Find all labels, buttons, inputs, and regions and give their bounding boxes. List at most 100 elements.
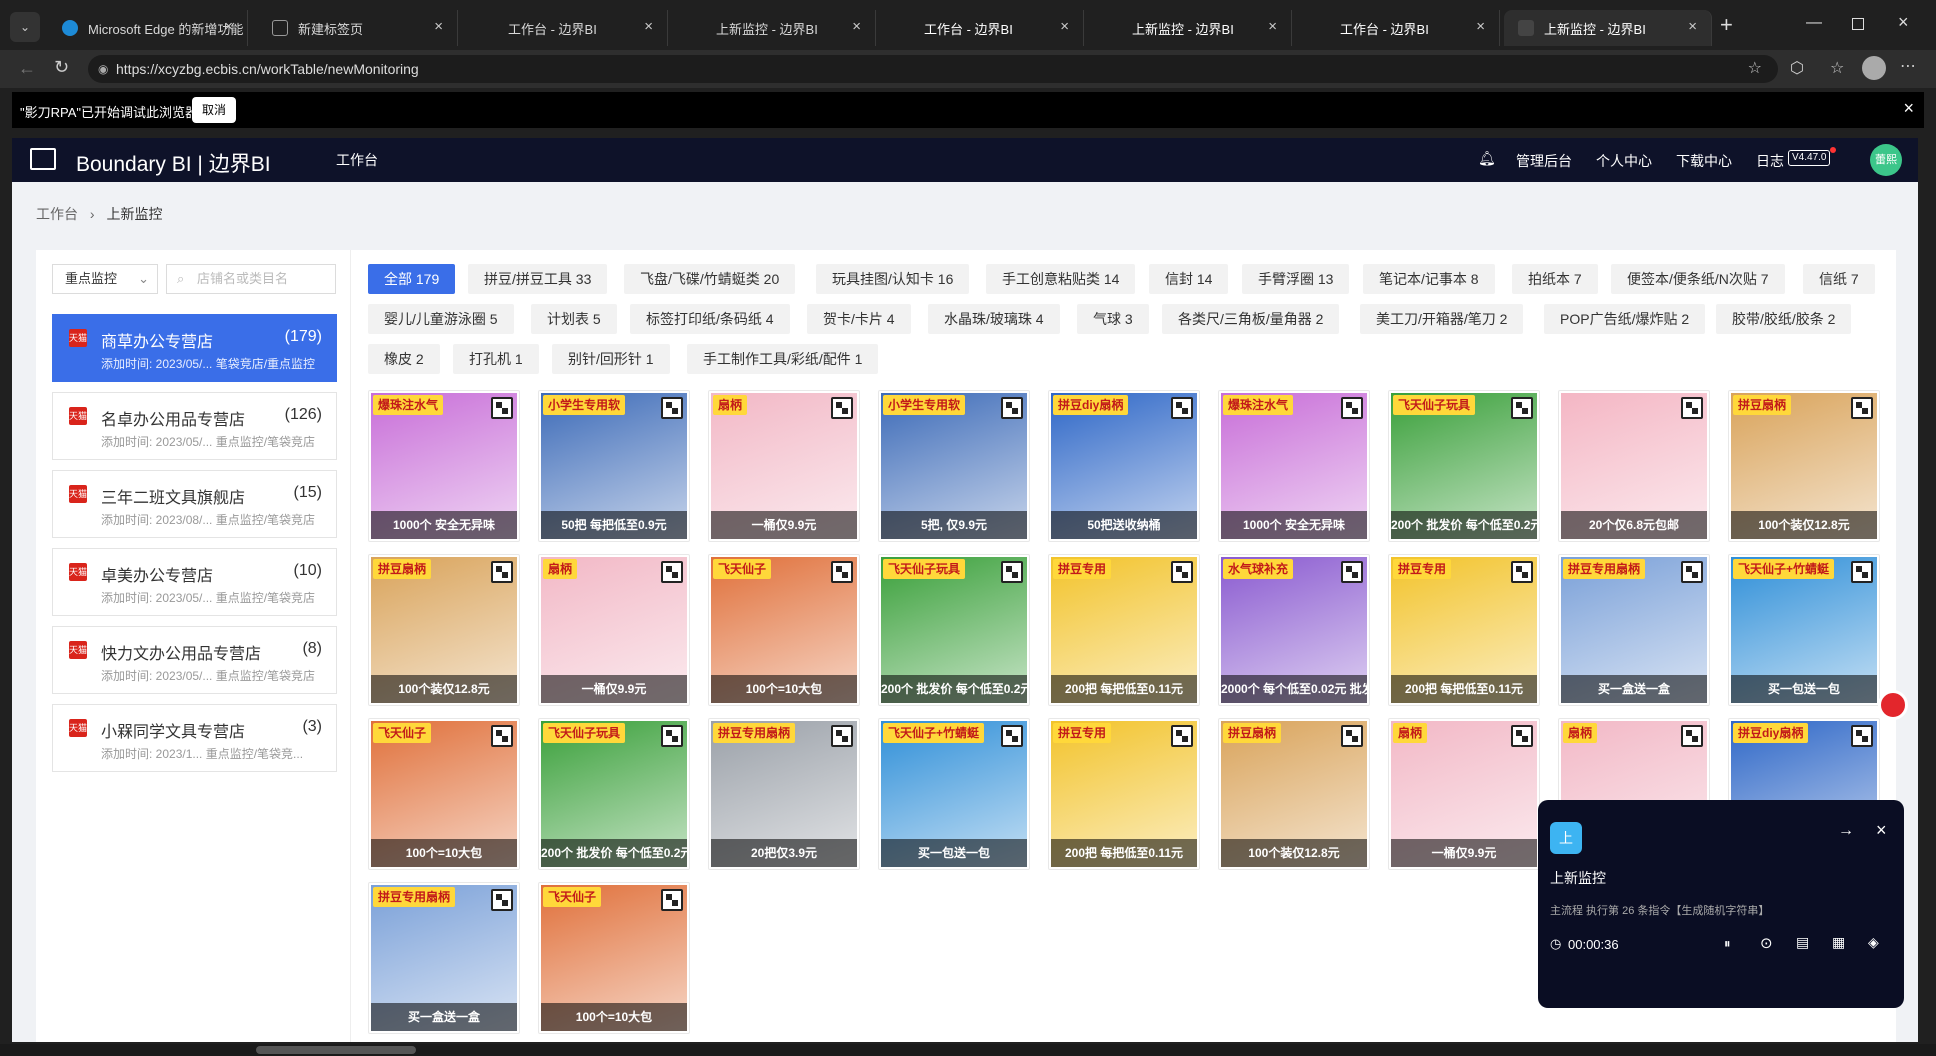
menu-toggle-icon[interactable]	[30, 148, 56, 170]
browser-tab[interactable]: Microsoft Edge 的新增功能 ×	[48, 10, 248, 46]
favorites-icon[interactable]: ☆	[1830, 58, 1844, 78]
product-image[interactable]: 拼豆专用 200把 每把低至0.11元	[1051, 557, 1197, 703]
category-chip[interactable]: 拼豆/拼豆工具 33	[468, 264, 608, 294]
product-image[interactable]: 扇柄 一桶仅9.9元	[711, 393, 857, 539]
close-icon[interactable]: ×	[1476, 18, 1485, 35]
product-image[interactable]: 飞天仙子+竹蜻蜓 买一包送一包	[1731, 557, 1877, 703]
shop-item[interactable]: 天猫 名卓办公用品专营店 (126) 添加时间: 2023/05/... 重点监控/笔…	[52, 392, 337, 460]
qr-code-icon[interactable]	[1681, 397, 1703, 419]
product-card[interactable]: 飞天仙子 100个=10大包	[368, 718, 520, 870]
table-icon[interactable]: ▦	[1832, 934, 1845, 951]
qr-code-icon[interactable]	[1511, 561, 1533, 583]
qr-code-icon[interactable]	[1001, 725, 1023, 747]
qr-code-icon[interactable]	[1851, 561, 1873, 583]
product-image[interactable]: 飞天仙子玩具 200个 批发价 每个低至0.2元	[541, 721, 687, 867]
close-icon[interactable]: ×	[224, 18, 233, 35]
product-card[interactable]: 扇柄 一桶仅9.9元	[1388, 718, 1540, 870]
qr-code-icon[interactable]	[1001, 397, 1023, 419]
category-chip[interactable]: 标签打印纸/条码纸 4	[630, 304, 790, 334]
category-chip[interactable]: 气球 3	[1077, 304, 1149, 334]
product-image[interactable]: 拼豆扇柄 100个装仅12.8元	[1221, 721, 1367, 867]
scrollbar-thumb[interactable]	[256, 1046, 416, 1054]
category-chip[interactable]: 水晶珠/玻璃珠 4	[928, 304, 1060, 334]
product-image[interactable]: 飞天仙子 100个=10大包	[541, 885, 687, 1031]
product-card[interactable]: 飞天仙子 100个=10大包	[538, 882, 690, 1034]
category-chip[interactable]: 婴儿/儿童游泳圈 5	[368, 304, 514, 334]
product-image[interactable]: 飞天仙子+竹蜻蜓 买一包送一包	[881, 721, 1027, 867]
nav-admin-link[interactable]: 管理后台	[1516, 151, 1572, 171]
shop-item[interactable]: 天猫 小槑同学文具专营店 (3) 添加时间: 2023/1... 重点监控/笔袋竞..…	[52, 704, 337, 772]
pause-icon[interactable]: ⏸︎	[1724, 936, 1731, 952]
browser-tab[interactable]: 上新监控 - 边界BI ×	[1092, 10, 1292, 46]
nav-log-link[interactable]: 日志	[1756, 151, 1784, 171]
category-chip[interactable]: 手工创意粘贴类 14	[986, 264, 1136, 294]
category-chip[interactable]: 各类尺/三角板/量角器 2	[1162, 304, 1340, 334]
browser-tab[interactable]: 新建标签页 ×	[258, 10, 458, 46]
qr-code-icon[interactable]	[1681, 561, 1703, 583]
category-chip[interactable]: 便签本/便条纸/N次贴 7	[1611, 264, 1785, 294]
product-card[interactable]: 小学生专用软 50把 每把低至0.9元	[538, 390, 690, 542]
product-image[interactable]: 扇柄 一桶仅9.9元	[1391, 721, 1537, 867]
log-icon[interactable]: ▤	[1796, 934, 1809, 951]
floating-assistant-icon[interactable]	[1878, 690, 1908, 720]
product-image[interactable]: 扇柄 一桶仅9.9元	[541, 557, 687, 703]
product-card[interactable]: 飞天仙子玩具 200个 批发价 每个低至0.2元	[1388, 390, 1540, 542]
qr-code-icon[interactable]	[1851, 397, 1873, 419]
category-chip[interactable]: 飞盘/飞碟/竹蜻蜓类 20	[624, 264, 796, 294]
brand-title[interactable]: Boundary BI | 边界BI	[76, 148, 271, 178]
category-chip[interactable]: 笔记本/记事本 8	[1363, 264, 1495, 294]
close-icon[interactable]: ×	[644, 18, 653, 35]
product-image[interactable]: 拼豆扇柄 100个装仅12.8元	[1731, 393, 1877, 539]
shop-item[interactable]: 天猫 快力文办公用品专营店 (8) 添加时间: 2023/05/... 重点监控/笔袋…	[52, 626, 337, 694]
maximize-icon[interactable]	[1852, 18, 1864, 30]
qr-code-icon[interactable]	[661, 397, 683, 419]
qr-code-icon[interactable]	[1681, 725, 1703, 747]
category-chip[interactable]: 美工刀/开箱器/笔刀 2	[1360, 304, 1524, 334]
horizontal-scrollbar[interactable]	[0, 1044, 1936, 1056]
qr-code-icon[interactable]	[491, 397, 513, 419]
qr-code-icon[interactable]	[1851, 725, 1873, 747]
monitor-select[interactable]: 重点监控 ⌄	[52, 264, 158, 294]
product-card[interactable]: 20个仅6.8元包邮	[1558, 390, 1710, 542]
product-card[interactable]: 拼豆专用 200把 每把低至0.11元	[1048, 718, 1200, 870]
breadcrumb-home[interactable]: 工作台	[36, 206, 78, 222]
product-card[interactable]: 拼豆专用扇柄 买一盒送一盒	[1558, 554, 1710, 706]
product-image[interactable]: 拼豆专用 200把 每把低至0.11元	[1391, 557, 1537, 703]
qr-code-icon[interactable]	[1171, 725, 1193, 747]
product-image[interactable]: 小学生专用软 5把, 仅9.9元	[881, 393, 1027, 539]
category-chip[interactable]: 别针/回形针 1	[552, 344, 670, 374]
category-chip[interactable]: 橡皮 2	[368, 344, 440, 374]
qr-code-icon[interactable]	[1341, 397, 1363, 419]
product-card[interactable]: 小学生专用软 5把, 仅9.9元	[878, 390, 1030, 542]
browser-tab[interactable]: 工作台 - 边界BI ×	[468, 10, 668, 46]
product-image[interactable]: 拼豆专用扇柄 买一盒送一盒	[1561, 557, 1707, 703]
menu-icon[interactable]: ⋯	[1900, 56, 1916, 76]
qr-code-icon[interactable]	[831, 397, 853, 419]
product-card[interactable]: 拼豆专用 200把 每把低至0.11元	[1388, 554, 1540, 706]
product-card[interactable]: 爆珠注水气 1000个 安全无异味	[1218, 390, 1370, 542]
window-close-icon[interactable]: ×	[1898, 12, 1909, 33]
extensions-icon[interactable]: ⬡	[1790, 58, 1804, 78]
product-image[interactable]: 飞天仙子 100个=10大包	[371, 721, 517, 867]
category-chip[interactable]: POP广告纸/爆炸贴 2	[1544, 304, 1706, 334]
product-image[interactable]: 飞天仙子玩具 200个 批发价 每个低至0.2元	[881, 557, 1027, 703]
profile-avatar[interactable]	[1862, 56, 1886, 80]
favorite-star-icon[interactable]: ☆	[1748, 55, 1762, 83]
product-image[interactable]: 拼豆专用 200把 每把低至0.11元	[1051, 721, 1197, 867]
product-image[interactable]: 拼豆专用扇柄 20把仅3.9元	[711, 721, 857, 867]
product-card[interactable]: 拼豆专用扇柄 买一盒送一盒	[368, 882, 520, 1034]
product-card[interactable]: 飞天仙子+竹蜻蜓 买一包送一包	[878, 718, 1030, 870]
popup-close-icon[interactable]: ×	[1876, 820, 1887, 841]
product-image[interactable]: 拼豆diy扇柄 50把送收纳桶	[1051, 393, 1197, 539]
browser-tab[interactable]: 工作台 - 边界BI ×	[1300, 10, 1500, 46]
qr-code-icon[interactable]	[1171, 561, 1193, 583]
product-image[interactable]: 爆珠注水气 1000个 安全无异味	[1221, 393, 1367, 539]
minimize-icon[interactable]: —	[1806, 14, 1822, 32]
category-chip[interactable]: 玩具挂图/认知卡 16	[816, 264, 970, 294]
product-card[interactable]: 飞天仙子 100个=10大包	[708, 554, 860, 706]
product-card[interactable]: 飞天仙子+竹蜻蜓 买一包送一包	[1728, 554, 1880, 706]
product-card[interactable]: 拼豆扇柄 100个装仅12.8元	[1728, 390, 1880, 542]
product-card[interactable]: 拼豆扇柄 100个装仅12.8元	[368, 554, 520, 706]
close-icon[interactable]: ×	[1268, 18, 1277, 35]
browser-tab[interactable]: 工作台 - 边界BI ×	[884, 10, 1084, 46]
